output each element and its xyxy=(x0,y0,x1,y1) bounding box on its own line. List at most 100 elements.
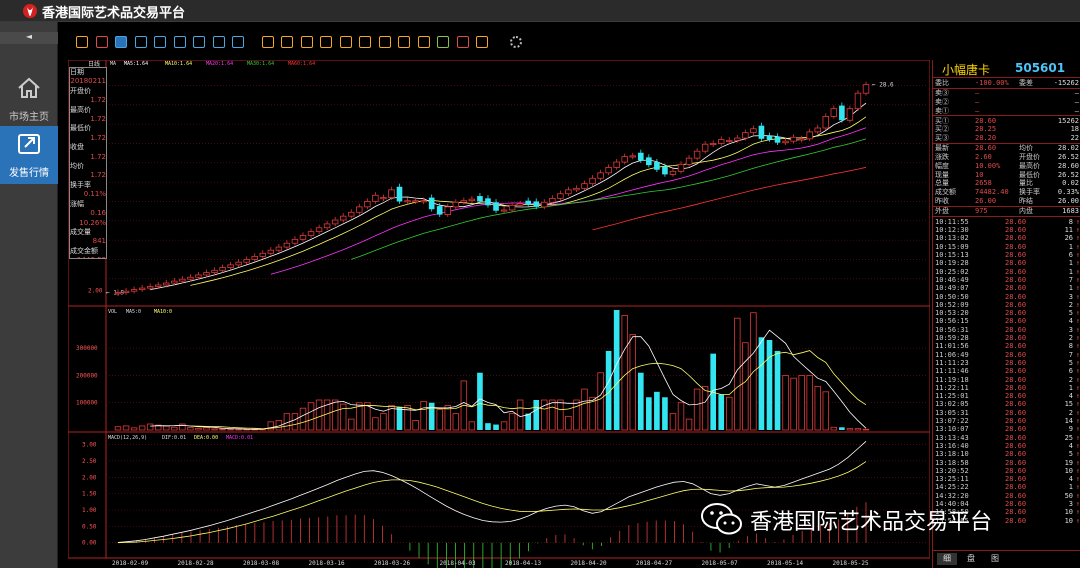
year-icon[interactable] xyxy=(232,36,244,48)
min30-icon[interactable] xyxy=(320,36,332,48)
volume-bar xyxy=(846,428,854,431)
min60-icon[interactable] xyxy=(339,36,352,48)
quote-value: — xyxy=(975,89,980,97)
volume-ma-legend: MA10:0 xyxy=(154,309,172,315)
title-bar: 香港国际艺术品交易平台 xyxy=(0,0,1080,22)
volume-bar xyxy=(171,426,178,431)
info-label: 均价 xyxy=(70,162,84,171)
quote-value: — xyxy=(975,106,980,115)
volume-bar xyxy=(307,402,315,431)
quote-label: 幅度 xyxy=(935,161,949,170)
quote-value-2: 22 xyxy=(1070,134,1079,143)
quote-value: 2658 xyxy=(975,179,992,188)
quote-row: 买② 28.25 18 xyxy=(933,125,1080,134)
nav-item-sale-quotes[interactable]: 发售行情 xyxy=(0,126,58,184)
quote-row: 卖① — — xyxy=(933,107,1080,116)
draw-icon[interactable] xyxy=(476,36,488,48)
quote-value-2: 28.60 xyxy=(1057,161,1079,170)
app-title: 香港国际艺术品交易平台 xyxy=(42,6,186,21)
info-value: 20180211 xyxy=(70,77,106,86)
quote-label: 涨跌 xyxy=(935,153,949,161)
volume-bar xyxy=(485,423,491,430)
line-chart-icon[interactable] xyxy=(95,36,108,48)
quote-value-2: 15262 xyxy=(1057,116,1079,125)
macd-legend: DEA:0.00 xyxy=(194,435,218,441)
quote-row: 幅度 10.00% 最高价 28.60 xyxy=(933,162,1080,171)
volume-bar xyxy=(477,372,483,430)
info-value: 841 xyxy=(92,237,106,246)
custom-period-icon[interactable] xyxy=(359,36,371,48)
volume-bar xyxy=(557,399,564,431)
day-icon[interactable] xyxy=(154,36,166,48)
volume-bar xyxy=(315,399,323,431)
ma-legend: MA5:1.64 xyxy=(124,61,148,67)
month-icon[interactable] xyxy=(193,36,205,48)
quote-label-2: 最高价 xyxy=(1019,161,1040,170)
nav-label-market-home: 市场主页 xyxy=(9,112,49,123)
volume-bar xyxy=(114,426,122,431)
logo-icon xyxy=(23,4,37,18)
collapse-button[interactable]: ◄ xyxy=(0,32,58,44)
x-axis-label: 2018-02-09 xyxy=(112,560,149,567)
product-code: 505601 xyxy=(1015,61,1066,75)
x-axis-label: 2018-04-13 xyxy=(505,560,542,567)
calendar-icon[interactable] xyxy=(134,36,147,48)
indicator-icon[interactable] xyxy=(378,36,391,48)
quote-value-2: 0.33% xyxy=(1057,188,1079,197)
volume-bar xyxy=(436,409,443,431)
bar-chart-icon[interactable] xyxy=(76,36,88,48)
kline-chart[interactable]: 日线 MA MA5:1.64 MA10:1.64 MA20:1.64 MA30:1.64 M… xyxy=(68,60,930,568)
zoom-in-icon[interactable] xyxy=(437,36,449,48)
volume-bar xyxy=(806,375,813,431)
quote-tab[interactable]: 盘 xyxy=(961,553,981,565)
season-icon[interactable] xyxy=(212,36,225,48)
volume-bar xyxy=(468,421,476,431)
volume-bar xyxy=(685,418,693,431)
quote-row: 总量 2658 量比 0.02 xyxy=(933,179,1080,188)
quote-value-2: 0.02 xyxy=(1062,179,1079,188)
quote-tab[interactable]: 图 xyxy=(985,553,1005,565)
quote-value: 28.25 xyxy=(975,125,997,134)
volume-bar xyxy=(452,413,460,431)
macd-legend: DIF:0.01 xyxy=(162,435,186,441)
quote-value: 2.60 xyxy=(975,153,992,161)
min1-icon[interactable] xyxy=(261,36,274,48)
volume-bar xyxy=(267,421,275,431)
quote-value-2: — xyxy=(1074,89,1079,97)
quote-row: 现量 10 最低价 26.52 xyxy=(933,171,1080,180)
volume-bar xyxy=(862,428,870,431)
volume-bar xyxy=(822,391,830,431)
quote-value-2: 18 xyxy=(1070,125,1079,134)
settings-icon[interactable] xyxy=(509,36,522,48)
info-label: 日期 xyxy=(70,68,84,76)
quote-label-2: 均价 xyxy=(1019,144,1033,153)
macd-tick-label: 2.50 xyxy=(82,458,97,465)
min15-icon[interactable] xyxy=(300,36,313,48)
volume-bar xyxy=(195,427,202,431)
quote-tab[interactable]: 细 xyxy=(937,553,957,565)
volume-bar xyxy=(573,399,580,431)
info-value: 1.72 xyxy=(90,171,106,180)
candlestick-icon[interactable] xyxy=(115,36,127,48)
volume-bar xyxy=(179,423,186,431)
volume-bar xyxy=(758,337,765,430)
volume-bar xyxy=(726,396,733,431)
quote-value: 74482.40 xyxy=(975,188,1009,197)
info-label: 成交量 xyxy=(70,227,91,236)
volume-bar xyxy=(396,406,403,430)
quote-panel: 小幅唐卡 505601 委比 -100.00% 委差 -15262 卖③ — — 卖② — — 卖①… xyxy=(932,60,1080,568)
volume-bar xyxy=(533,400,540,430)
product-name: 小幅唐卡 xyxy=(942,63,991,77)
tick-icon[interactable] xyxy=(417,36,430,48)
macd-legend: MACD:0.01 xyxy=(226,435,253,441)
min5-icon[interactable] xyxy=(281,36,293,48)
zoom-out-icon[interactable] xyxy=(456,36,469,48)
quote-label: 委比 xyxy=(935,79,949,87)
week-icon[interactable] xyxy=(173,36,186,48)
info-label: 换手率 xyxy=(70,180,91,189)
volume-bar xyxy=(227,429,234,431)
switch-icon[interactable] xyxy=(398,36,410,48)
volume-bar xyxy=(339,403,347,431)
nav-item-market-home[interactable]: 市场主页 xyxy=(0,70,58,128)
quote-label: 总量 xyxy=(935,179,949,188)
